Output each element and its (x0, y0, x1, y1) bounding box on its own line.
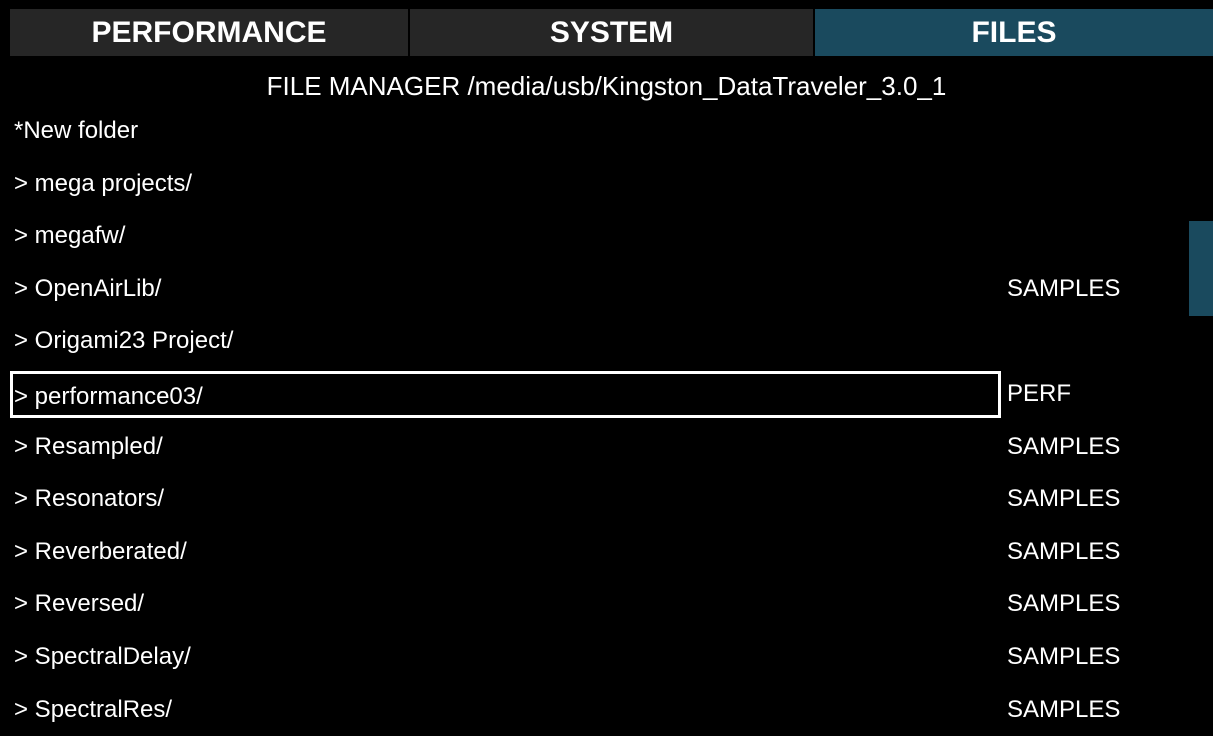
file-name: > performance03/ (10, 370, 1001, 418)
file-name: > mega projects/ (14, 169, 193, 197)
list-item[interactable]: > megafw/ (0, 210, 1213, 263)
file-name: > Resampled/ (14, 432, 163, 460)
file-name: > SpectralDelay/ (14, 642, 191, 670)
file-name: > SpectralRes/ (14, 695, 173, 723)
file-list: *New folder > mega projects/ > megafw/ >… (0, 105, 1213, 736)
list-item[interactable]: > Reverberated/ SAMPLES (0, 526, 1213, 579)
list-item[interactable]: > mega projects/ (0, 158, 1213, 211)
list-item-new-folder[interactable]: *New folder (0, 105, 1213, 158)
file-name: > Resonators/ (14, 485, 165, 513)
file-name: > megafw/ (14, 222, 126, 250)
file-type-tag: PERF (1007, 379, 1072, 407)
file-name: > Origami23 Project/ (14, 327, 234, 355)
list-item[interactable]: > SpectralRes/ SAMPLES (0, 684, 1213, 736)
file-type-tag: SAMPLES (1007, 695, 1121, 723)
file-manager-title: FILE MANAGER /media/usb/Kingston_DataTra… (266, 71, 947, 101)
tab-bar: PERFORMANCE SYSTEM FILES (10, 9, 1213, 56)
file-type-tag: SAMPLES (1007, 642, 1121, 670)
list-item[interactable]: > OpenAirLib/ SAMPLES (0, 263, 1213, 316)
scrollbar-thumb[interactable] (1189, 221, 1213, 316)
file-type-tag: SAMPLES (1007, 590, 1121, 618)
file-type-tag: SAMPLES (1007, 485, 1121, 513)
file-name: > Reversed/ (14, 590, 145, 618)
file-type-tag: SAMPLES (1007, 274, 1121, 302)
list-item[interactable]: > Origami23 Project/ (0, 315, 1213, 368)
list-item[interactable]: > SpectralDelay/ SAMPLES (0, 631, 1213, 684)
file-type-tag: SAMPLES (1007, 537, 1121, 565)
list-item[interactable]: > Reversed/ SAMPLES (0, 578, 1213, 631)
list-item-selected[interactable]: > performance03/ PERF (0, 368, 1213, 421)
file-name: > Reverberated/ (14, 537, 187, 565)
file-name: > OpenAirLib/ (14, 274, 162, 302)
file-type-tag: SAMPLES (1007, 432, 1121, 460)
file-name: *New folder (14, 117, 139, 144)
list-item[interactable]: > Resonators/ SAMPLES (0, 473, 1213, 526)
tab-system[interactable]: SYSTEM (410, 9, 815, 56)
list-item[interactable]: > Resampled/ SAMPLES (0, 421, 1213, 474)
tab-performance[interactable]: PERFORMANCE (10, 9, 410, 56)
tab-files[interactable]: FILES (815, 9, 1213, 56)
